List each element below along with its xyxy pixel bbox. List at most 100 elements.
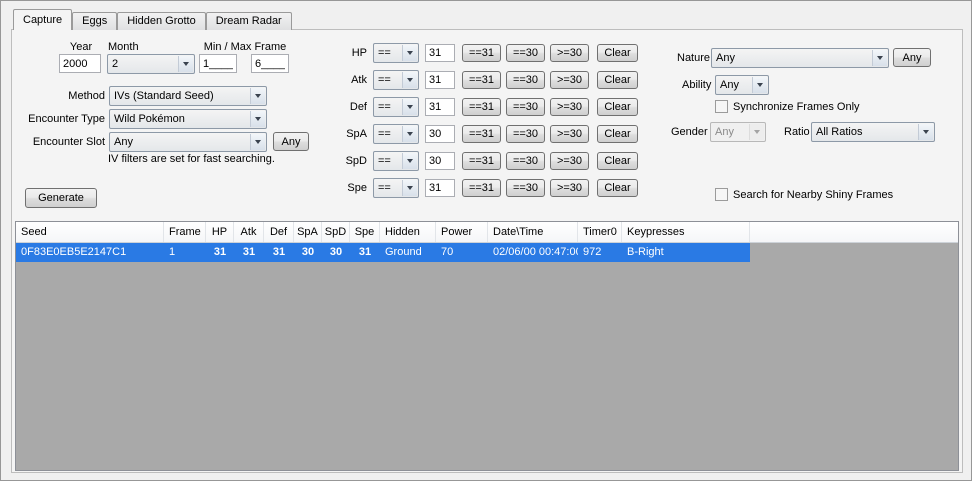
tab-eggs[interactable]: Eggs bbox=[72, 12, 117, 30]
ability-label: Ability bbox=[682, 79, 711, 91]
spa-op-select[interactable]: == bbox=[373, 124, 419, 144]
encounter-slot-any-button[interactable]: Any bbox=[273, 132, 309, 151]
spa-eq30-button[interactable]: ==30 bbox=[506, 125, 545, 143]
spd-value-input[interactable] bbox=[425, 152, 455, 170]
cell-power: 70 bbox=[436, 243, 488, 262]
spd-ge30-button[interactable]: >=30 bbox=[550, 152, 589, 170]
hp-ge30-button[interactable]: >=30 bbox=[550, 44, 589, 62]
def-clear-button[interactable]: Clear bbox=[597, 98, 638, 116]
def-op-select[interactable]: == bbox=[373, 97, 419, 117]
chevron-down-icon bbox=[178, 56, 193, 72]
table-row[interactable]: 0F83E0EB5E2147C1 1 31 31 31 30 30 31 Gro… bbox=[16, 243, 750, 262]
def-eq30-button[interactable]: ==30 bbox=[506, 98, 545, 116]
spa-value-input[interactable] bbox=[425, 125, 455, 143]
column-header-def[interactable]: Def bbox=[264, 222, 294, 242]
hp-clear-button[interactable]: Clear bbox=[597, 44, 638, 62]
spd-clear-button[interactable]: Clear bbox=[597, 152, 638, 170]
def-eq31-button[interactable]: ==31 bbox=[462, 98, 501, 116]
ratio-select-value: All Ratios bbox=[816, 126, 862, 138]
encounter-type-select[interactable]: Wild Pokémon bbox=[109, 109, 267, 129]
column-header-spd[interactable]: SpD bbox=[322, 222, 350, 242]
hp-op-select[interactable]: == bbox=[373, 43, 419, 63]
chevron-down-icon bbox=[250, 111, 265, 127]
spe-clear-button[interactable]: Clear bbox=[597, 179, 638, 197]
spe-op-select[interactable]: == bbox=[373, 178, 419, 198]
nature-any-button[interactable]: Any bbox=[893, 48, 931, 67]
year-input[interactable] bbox=[59, 54, 101, 73]
ratio-select[interactable]: All Ratios bbox=[811, 122, 935, 142]
encounter-slot-select-value: Any bbox=[114, 136, 133, 148]
chevron-down-icon bbox=[402, 99, 417, 115]
spd-eq31-button[interactable]: ==31 bbox=[462, 152, 501, 170]
hp-op-value: == bbox=[378, 47, 391, 59]
synchronize-checkbox[interactable] bbox=[715, 100, 728, 113]
cell-frame: 1 bbox=[164, 243, 206, 262]
encounter-slot-label: Encounter Slot bbox=[9, 136, 105, 148]
def-ge30-button[interactable]: >=30 bbox=[550, 98, 589, 116]
column-header-spe[interactable]: Spe bbox=[350, 222, 380, 242]
ratio-label: Ratio bbox=[784, 126, 810, 138]
results-table: Seed Frame HP Atk Def SpA SpD Spe Hidden… bbox=[15, 221, 959, 471]
month-select[interactable]: 2 bbox=[107, 54, 195, 74]
column-header-datetime[interactable]: Date\Time bbox=[488, 222, 578, 242]
app-window: Capture Eggs Hidden Grotto Dream Radar Y… bbox=[0, 0, 972, 481]
atk-clear-button[interactable]: Clear bbox=[597, 71, 638, 89]
column-header-atk[interactable]: Atk bbox=[234, 222, 264, 242]
spd-op-value: == bbox=[378, 155, 391, 167]
spa-eq31-button[interactable]: ==31 bbox=[462, 125, 501, 143]
hp-label: HP bbox=[323, 47, 367, 59]
nature-select[interactable]: Any bbox=[711, 48, 889, 68]
spd-label: SpD bbox=[323, 155, 367, 167]
spa-ge30-button[interactable]: >=30 bbox=[550, 125, 589, 143]
column-header-keypresses[interactable]: Keypresses bbox=[622, 222, 750, 242]
encounter-slot-select[interactable]: Any bbox=[109, 132, 267, 152]
def-label: Def bbox=[323, 101, 367, 113]
tab-capture[interactable]: Capture bbox=[13, 9, 72, 30]
method-select-value: IVs (Standard Seed) bbox=[114, 90, 214, 102]
atk-eq31-button[interactable]: ==31 bbox=[462, 71, 501, 89]
spa-op-value: == bbox=[378, 128, 391, 140]
hp-eq30-button[interactable]: ==30 bbox=[506, 44, 545, 62]
atk-ge30-button[interactable]: >=30 bbox=[550, 71, 589, 89]
atk-eq30-button[interactable]: ==30 bbox=[506, 71, 545, 89]
month-select-value: 2 bbox=[112, 58, 118, 70]
spe-eq30-button[interactable]: ==30 bbox=[506, 179, 545, 197]
column-header-power[interactable]: Power bbox=[436, 222, 488, 242]
column-header-frame[interactable]: Frame bbox=[164, 222, 206, 242]
hp-value-input[interactable] bbox=[425, 44, 455, 62]
tab-dream-radar[interactable]: Dream Radar bbox=[206, 12, 292, 30]
tab-hidden-grotto[interactable]: Hidden Grotto bbox=[117, 12, 205, 30]
hp-eq31-button[interactable]: ==31 bbox=[462, 44, 501, 62]
column-header-hidden[interactable]: Hidden bbox=[380, 222, 436, 242]
spe-eq31-button[interactable]: ==31 bbox=[462, 179, 501, 197]
tab-bar: Capture Eggs Hidden Grotto Dream Radar bbox=[13, 9, 292, 30]
column-header-seed[interactable]: Seed bbox=[16, 222, 164, 242]
min-frame-input[interactable] bbox=[199, 54, 237, 73]
frame-range-label: Min / Max Frame bbox=[199, 41, 291, 53]
ability-select[interactable]: Any bbox=[715, 75, 769, 95]
spe-value-input[interactable] bbox=[425, 179, 455, 197]
generate-button[interactable]: Generate bbox=[25, 188, 97, 208]
column-header-hp[interactable]: HP bbox=[206, 222, 234, 242]
cell-spa: 30 bbox=[294, 243, 322, 262]
month-label: Month bbox=[108, 41, 139, 53]
atk-op-select[interactable]: == bbox=[373, 70, 419, 90]
chevron-down-icon bbox=[402, 72, 417, 88]
atk-value-input[interactable] bbox=[425, 71, 455, 89]
method-select[interactable]: IVs (Standard Seed) bbox=[109, 86, 267, 106]
spd-op-select[interactable]: == bbox=[373, 151, 419, 171]
spa-clear-button[interactable]: Clear bbox=[597, 125, 638, 143]
year-label: Year bbox=[59, 41, 103, 53]
encounter-type-select-value: Wild Pokémon bbox=[114, 113, 185, 125]
column-header-spa[interactable]: SpA bbox=[294, 222, 322, 242]
shiny-checkbox[interactable] bbox=[715, 188, 728, 201]
chevron-down-icon bbox=[402, 153, 417, 169]
cell-def: 31 bbox=[264, 243, 294, 262]
spe-ge30-button[interactable]: >=30 bbox=[550, 179, 589, 197]
max-frame-input[interactable] bbox=[251, 54, 289, 73]
def-value-input[interactable] bbox=[425, 98, 455, 116]
cell-hidden: Ground bbox=[380, 243, 436, 262]
column-header-timer0[interactable]: Timer0 bbox=[578, 222, 622, 242]
nature-select-value: Any bbox=[716, 52, 735, 64]
spd-eq30-button[interactable]: ==30 bbox=[506, 152, 545, 170]
